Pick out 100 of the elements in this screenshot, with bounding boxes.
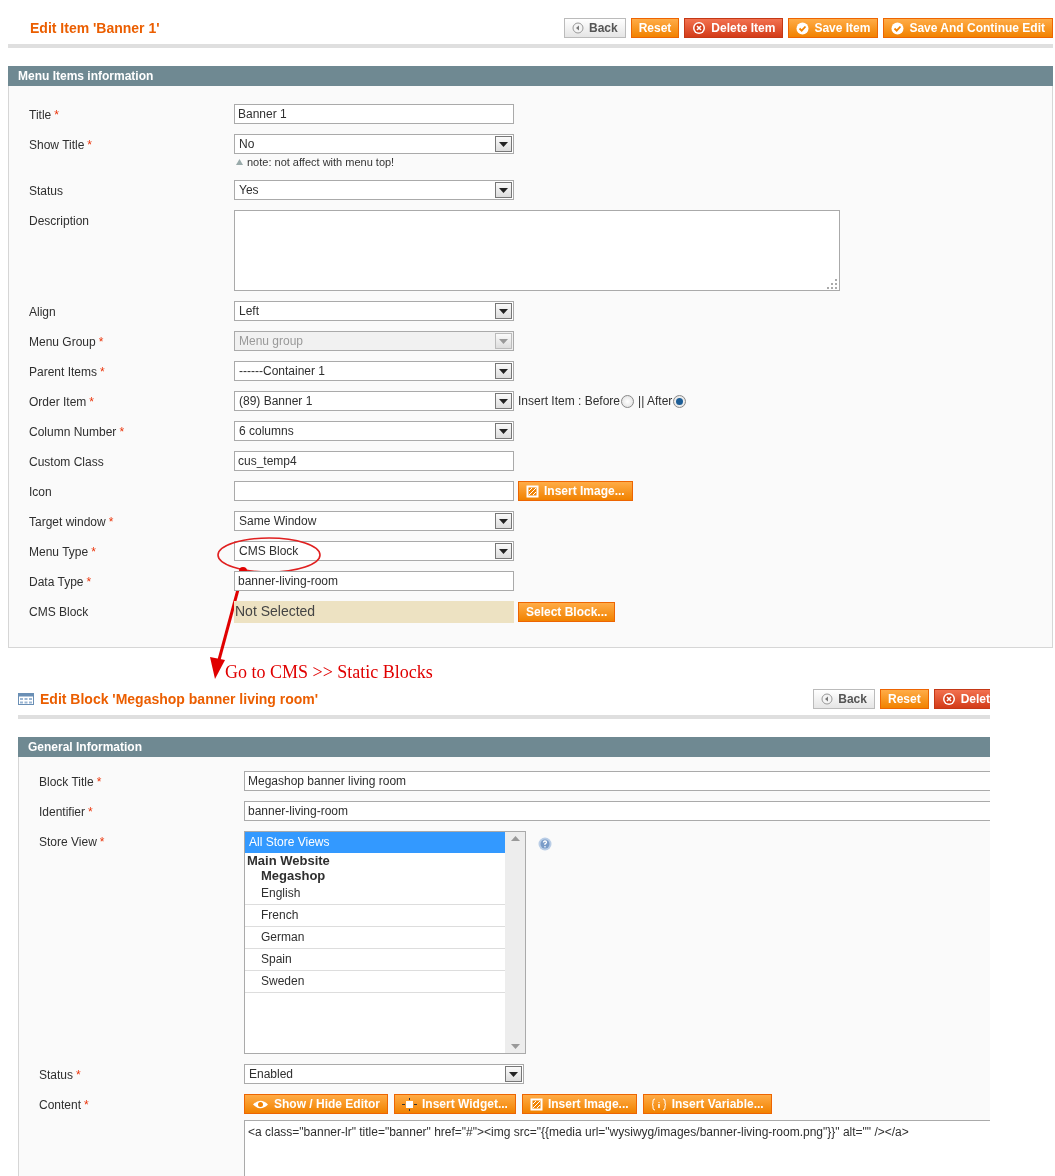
radio-button[interactable] [673, 394, 687, 408]
image-icon [526, 484, 539, 498]
scrollbar[interactable] [505, 832, 525, 1053]
field-label: Parent Items [29, 364, 98, 379]
section-header: Menu Items information [8, 66, 1053, 86]
variable-icon [650, 1097, 667, 1111]
field-label: Block Title [39, 774, 94, 789]
scroll-up-icon[interactable] [510, 836, 520, 841]
select-field[interactable]: (89) Banner 1 [234, 391, 514, 411]
required-mark: * [108, 514, 114, 529]
list-option[interactable]: Sweden [245, 971, 505, 993]
check-icon [796, 21, 810, 35]
option-group: Megashop [245, 868, 505, 883]
close-icon [692, 21, 707, 35]
caret-icon [495, 136, 512, 152]
grid-icon [18, 693, 34, 705]
back-icon [572, 22, 584, 34]
field-label: Status [39, 1067, 74, 1082]
widget-icon [402, 1097, 417, 1111]
required-mark: * [86, 574, 92, 589]
field-label: Data Type [29, 574, 84, 589]
required-mark: * [84, 1097, 89, 1112]
list-option[interactable]: German [245, 927, 505, 949]
field-label: Column Number [29, 424, 117, 439]
field-label: Target window [29, 514, 106, 529]
select-field[interactable]: No [234, 134, 514, 154]
readonly-field: Not Selected [234, 601, 514, 623]
required-mark: * [88, 804, 93, 819]
field-label: Align [29, 304, 56, 319]
required-mark: * [54, 107, 59, 122]
caret-icon [495, 543, 512, 559]
text-field[interactable]: banner-living-room [244, 801, 990, 821]
field-label: Order Item [29, 394, 87, 409]
radio-button[interactable] [621, 394, 635, 408]
caret-icon [495, 182, 512, 198]
required-mark: * [100, 364, 105, 379]
back-button[interactable]: Back [813, 689, 875, 709]
page-title: Edit Item 'Banner 1' [30, 20, 160, 36]
field-note: note: not affect with menu top! [247, 156, 395, 168]
list-option[interactable]: English [245, 883, 505, 905]
back-icon [821, 693, 834, 705]
section-header: General Information [18, 737, 990, 757]
back-button[interactable]: Back [564, 18, 626, 38]
annotation-text: Go to CMS >> Static Blocks [225, 662, 434, 683]
required-mark: * [96, 774, 102, 789]
field-label: Identifier [39, 804, 86, 819]
field-label: Custom Class [29, 454, 104, 469]
caret-icon [495, 393, 512, 409]
delete-button[interactable]: Delet [933, 689, 990, 709]
text-field[interactable]: cus_temp4 [234, 451, 514, 471]
delete-button[interactable]: Delete Item [684, 18, 784, 38]
field-label: Menu Type [29, 544, 89, 559]
text-field[interactable]: Banner 1 [234, 104, 514, 124]
field-label: Menu Group [29, 334, 96, 349]
triangle-icon [236, 159, 243, 165]
field-label: Title [29, 107, 52, 122]
required-mark: * [99, 834, 105, 849]
image-icon [529, 1097, 543, 1111]
select-field[interactable]: 6 columns [234, 421, 514, 441]
text-field[interactable] [234, 481, 514, 501]
select-field[interactable]: Yes [234, 180, 514, 200]
caret-icon [505, 1066, 522, 1082]
select-field[interactable]: ------Container 1 [234, 361, 514, 381]
required-mark: * [91, 544, 96, 559]
select-field[interactable]: CMS Block [234, 541, 514, 561]
field-label: Store View [39, 834, 97, 849]
required-mark: * [87, 137, 93, 152]
content-editor[interactable]: <a class="banner-lr" title="banner" href="#"><img src="{{media url="wysiwyg/images/banner-living-room.png"}}" alt="" /></a> [244, 1120, 990, 1176]
eye-icon [252, 1098, 269, 1110]
required-mark: * [98, 334, 104, 349]
required-mark: * [76, 1067, 81, 1082]
required-mark: * [89, 394, 95, 409]
text-field[interactable]: banner-living-room [234, 571, 514, 591]
list-option[interactable]: French [245, 905, 505, 927]
caret-icon [495, 363, 512, 379]
resize-grip-icon [824, 279, 838, 289]
caret-icon [495, 513, 512, 529]
field-label: CMS Block [29, 604, 89, 619]
caret-icon [495, 333, 512, 349]
select-field[interactable]: Same Window [234, 511, 514, 531]
textarea-field[interactable] [234, 210, 840, 291]
text-field[interactable]: Megashop banner living room [244, 771, 990, 791]
store-view-list[interactable]: All Store Views Main Website Megashop English French German Spain Sweden [244, 831, 526, 1054]
required-mark: * [119, 424, 125, 439]
field-label: Show Title [29, 137, 85, 152]
select-field[interactable]: Left [234, 301, 514, 321]
caret-icon [495, 423, 512, 439]
option-group: Main Website [245, 853, 505, 868]
radio-label: || After [638, 394, 673, 408]
field-label: Icon [29, 484, 52, 499]
check-icon [891, 21, 905, 35]
radio-label: Insert Item : Before [518, 394, 621, 408]
list-option[interactable]: Spain [245, 949, 505, 971]
close-icon [941, 692, 956, 706]
caret-icon [495, 303, 512, 319]
select-field[interactable]: Enabled [244, 1064, 524, 1084]
help-icon[interactable] [538, 837, 552, 851]
field-label: Status [29, 183, 64, 198]
page-title: Edit Block 'Megashop banner living room' [40, 691, 319, 707]
scroll-down-icon[interactable] [510, 1044, 520, 1049]
